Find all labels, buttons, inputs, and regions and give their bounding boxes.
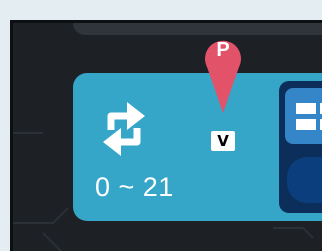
marker-label: P (216, 39, 230, 61)
value-type-badge: V (211, 131, 235, 151)
nested-block-slot[interactable] (279, 81, 322, 213)
grid-icon (296, 103, 322, 130)
repeat-icon (103, 102, 145, 156)
nested-block-tile[interactable] (285, 88, 322, 144)
workspace-canvas: V 0 ~ 21 P (10, 20, 322, 251)
range-label: 0 ~ 21 (95, 172, 174, 202)
nested-block-bottom[interactable] (287, 157, 322, 203)
